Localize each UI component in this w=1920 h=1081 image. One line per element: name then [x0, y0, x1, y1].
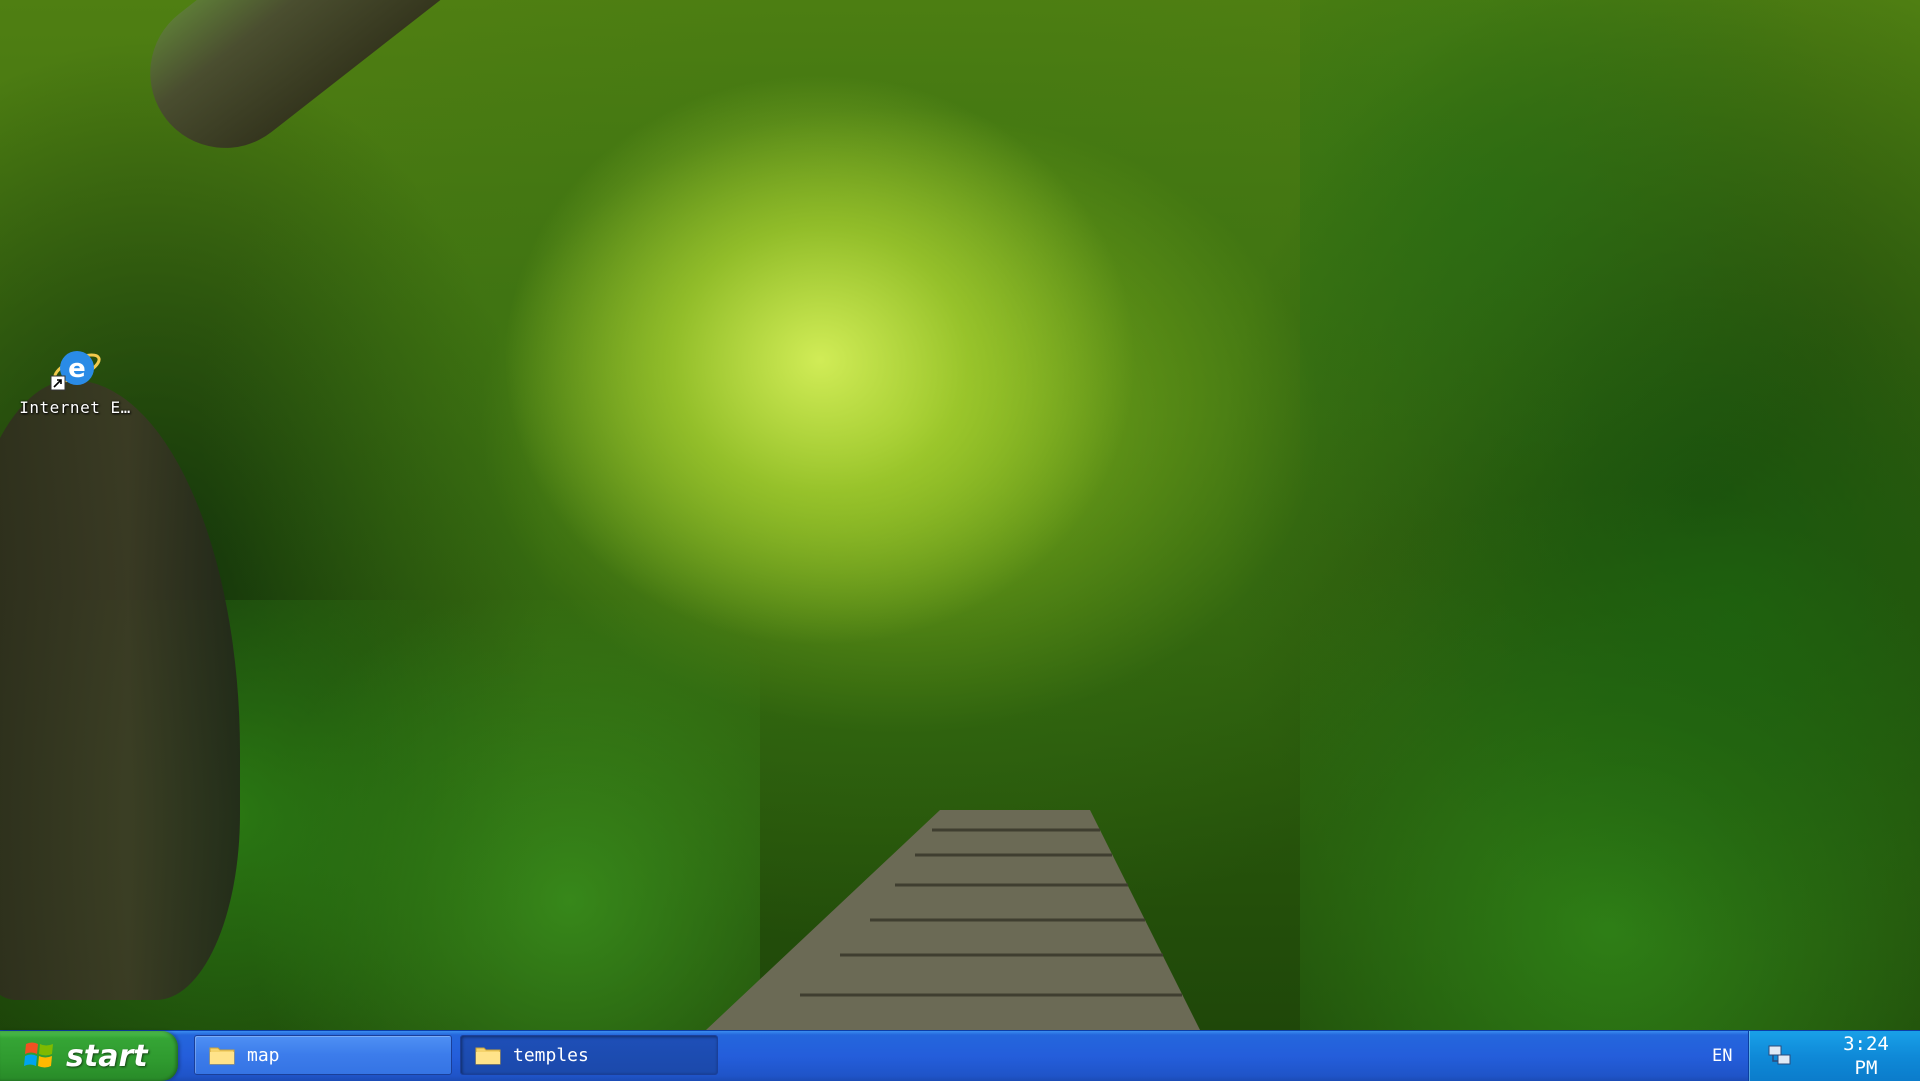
language-indicator[interactable]: EN — [1712, 1031, 1732, 1081]
desktop-icon-label: Internet E… — [19, 398, 131, 417]
start-button[interactable]: start — [0, 1031, 178, 1081]
start-label: start — [66, 1038, 148, 1074]
wallpaper-tree-branch — [120, 0, 701, 179]
network-icon[interactable] — [1767, 1043, 1793, 1069]
clock[interactable]: 3:24 PM — [1821, 1032, 1911, 1080]
taskbar-item-label: temples — [513, 1044, 589, 1066]
folder-icon — [475, 1045, 501, 1065]
taskbar-item-label: map — [247, 1044, 280, 1066]
desktop-wallpaper — [0, 0, 1920, 1030]
folder-icon — [209, 1045, 235, 1065]
wallpaper-boardwalk — [0, 810, 1920, 1030]
windows-logo-icon — [22, 1038, 58, 1074]
svg-text:e: e — [68, 354, 86, 384]
clock-time: 3:24 — [1843, 1033, 1889, 1055]
taskbar-item-temples[interactable]: temples — [460, 1035, 718, 1075]
internet-explorer-icon: e — [49, 342, 101, 394]
taskbar-item-map[interactable]: map — [194, 1035, 452, 1075]
taskbar: start map temples EN 3:24 PM — [0, 1030, 1920, 1081]
desktop-icon-internet-explorer[interactable]: e Internet E… — [10, 342, 140, 417]
clock-meridiem: PM — [1854, 1057, 1878, 1079]
system-tray: 3:24 PM — [1748, 1031, 1920, 1081]
